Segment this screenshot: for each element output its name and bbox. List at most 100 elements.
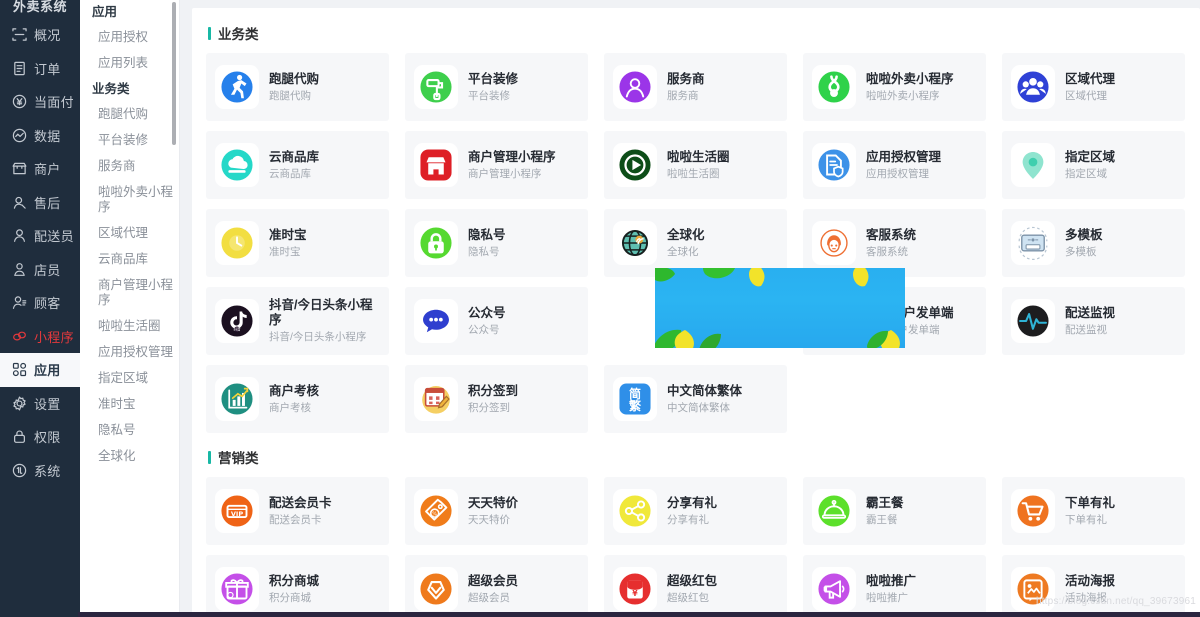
sidebar-item-3[interactable]: 数据 [0,119,80,153]
app-card-text: 服务商 服务商 [667,72,705,103]
group-people-icon [1011,65,1055,109]
paint-roller-icon [414,65,458,109]
app-card-subtitle: 服务商 [667,89,699,102]
app-card-title: 准时宝 [269,227,307,242]
leaf-icon [851,268,871,288]
sidebar-item-8[interactable]: 顾客 [0,286,80,320]
app-card-title: 超级会员 [468,573,519,588]
play-circle-icon [613,143,657,187]
app-card[interactable]: 服务商 服务商 [604,53,787,121]
subnav-item-4[interactable]: 跑腿代购 [80,102,179,128]
subnav-item-11[interactable]: 啦啦生活圈 [80,314,179,340]
app-card[interactable]: 云商品库 云商品库 [206,131,389,199]
subnav-item-13[interactable]: 指定区域 [80,366,179,392]
map-pin-icon [1011,143,1055,187]
app-card-subtitle: 配送监视 [1065,323,1107,336]
yen-pay-icon [11,94,27,110]
subnav-item-15[interactable]: 隐私号 [80,418,179,444]
app-card[interactable]: 分享有礼 分享有礼 [604,477,787,545]
app-card-text: 全球化 全球化 [667,228,705,259]
sidebar-item-2[interactable]: 当面付 [0,85,80,119]
app-card-title: 平台装修 [468,71,519,86]
sidebar-item-label: 商户 [34,162,61,178]
runner-icon [215,65,259,109]
app-card[interactable]: 全球化 全球化 [604,209,787,277]
app-card[interactable]: % 天天特价 天天特价 [405,477,588,545]
clock-icon [215,221,259,265]
subnav-item-10[interactable]: 商户管理小程序 [80,273,179,314]
app-card[interactable]: 商户管理小程序 商户管理小程序 [405,131,588,199]
app-card-title: 中文简体繁体 [667,383,743,398]
customer-icon [11,295,27,311]
app-card[interactable]: 多模板 多模板 [1002,209,1185,277]
sidebar-item-4[interactable]: 商户 [0,152,80,186]
subnav-item-1[interactable]: 应用授权 [80,25,179,51]
app-card[interactable]: 简繁中文简体繁体 中文简体繁体 [604,365,787,433]
subnav-item-14[interactable]: 准时宝 [80,392,179,418]
sidebar-item-label: 店员 [34,262,61,278]
app-card[interactable]: 积分签到 积分签到 [405,365,588,433]
app-card[interactable]: 啦啦外卖小程序 啦啦外卖小程序 [803,53,986,121]
app-card[interactable]: 平台装修 平台装修 [405,53,588,121]
app-card[interactable]: 商户考核 商户考核 [206,365,389,433]
app-card-text: 超级会员 超级会员 [468,574,518,605]
sidebar-item-1[interactable]: 订单 [0,52,80,86]
app-card-title: 配送会员卡 [269,495,332,510]
meal-dome-icon [812,489,856,533]
app-card-title: 隐私号 [468,227,506,242]
app-card[interactable]: 啦啦推广 啦啦推广 [803,555,986,617]
app-card[interactable]: 公众号 公众号 [405,287,588,355]
app-card[interactable]: 活动海报 活动海报 [1002,555,1185,617]
app-card[interactable]: 超级会员 超级会员 [405,555,588,617]
subnav-item-16[interactable]: 全球化 [80,444,179,470]
sidebar-item-10[interactable]: 应用 [0,353,80,387]
app-card[interactable]: VIP 配送会员卡 配送会员卡 [206,477,389,545]
sidebar-item-12[interactable]: 权限 [0,420,80,454]
app-card-title: 商户管理小程序 [468,149,556,164]
subnav-item-8[interactable]: 区域代理 [80,221,179,247]
subnav-item-5[interactable]: 平台装修 [80,128,179,154]
app-card[interactable]: 霸王餐 霸王餐 [803,477,986,545]
app-card-text: 配送监视 配送监视 [1065,306,1115,337]
app-card[interactable]: 准时宝 准时宝 [206,209,389,277]
subnav-item-12[interactable]: 应用授权管理 [80,340,179,366]
app-card-title: 啦啦生活圈 [667,149,730,164]
app-card[interactable]: 积分商城 积分商城 [206,555,389,617]
sidebar-item-7[interactable]: 店员 [0,253,80,287]
app-card[interactable]: 指定区域 指定区域 [1002,131,1185,199]
secondary-nav-scrollbar[interactable] [172,2,176,145]
app-card[interactable]: 区域代理 区域代理 [1002,53,1185,121]
app-card[interactable]: 跑腿代购 跑腿代购 [206,53,389,121]
app-card-title: 全球化 [667,227,705,242]
app-card[interactable]: 客服系统 客服系统 [803,209,986,277]
sidebar-item-0[interactable]: 概况 [0,18,80,52]
app-card-subtitle: 指定区域 [1065,167,1107,180]
sidebar-item-11[interactable]: 设置 [0,387,80,421]
secondary-nav[interactable]: 应用 应用授权 应用列表 业务类 跑腿代购 平台装修 服务商 啦啦外卖小程序 区域代理 云商品库商… [80,0,180,617]
sidebar-item-6[interactable]: 配送员 [0,219,80,253]
app-card[interactable]: 配送监视 配送监视 [1002,287,1185,355]
app-card-text: 下单有礼 下单有礼 [1065,496,1115,527]
sidebar-item-9[interactable]: 小程序 [0,320,80,354]
subnav-item-9[interactable]: 云商品库 [80,247,179,273]
app-card-title: 抖音/今日头条小程序 [269,298,373,327]
app-card-subtitle: 隐私号 [468,245,500,258]
app-card[interactable]: 抖音 抖音/今日头条小程序 抖音/今日头条小程序 [206,287,389,355]
app-card-subtitle: 啦啦生活圈 [667,167,720,180]
subnav-item-6[interactable]: 服务商 [80,154,179,180]
app-card[interactable]: 应用授权管理 应用授权管理 [803,131,986,199]
app-card-text: 准时宝 准时宝 [269,228,307,259]
red-packet-icon: ¥ [613,567,657,611]
app-card[interactable]: 下单有礼 下单有礼 [1002,477,1185,545]
app-card[interactable]: ¥ 超级红包 超级红包 [604,555,787,617]
subnav-item-7[interactable]: 啦啦外卖小程序 [80,180,179,221]
app-card-subtitle: 积分签到 [468,401,510,414]
staff-icon [11,261,27,277]
app-card[interactable]: 隐私号 隐私号 [405,209,588,277]
sidebar-item-13[interactable]: 系统 [0,454,80,488]
app-card-subtitle: 分享有礼 [667,513,709,526]
sidebar-item-5[interactable]: 售后 [0,186,80,220]
app-card[interactable]: 啦啦生活圈 啦啦生活圈 [604,131,787,199]
subnav-item-2[interactable]: 应用列表 [80,51,179,77]
app-card-title: 积分商城 [269,573,320,588]
